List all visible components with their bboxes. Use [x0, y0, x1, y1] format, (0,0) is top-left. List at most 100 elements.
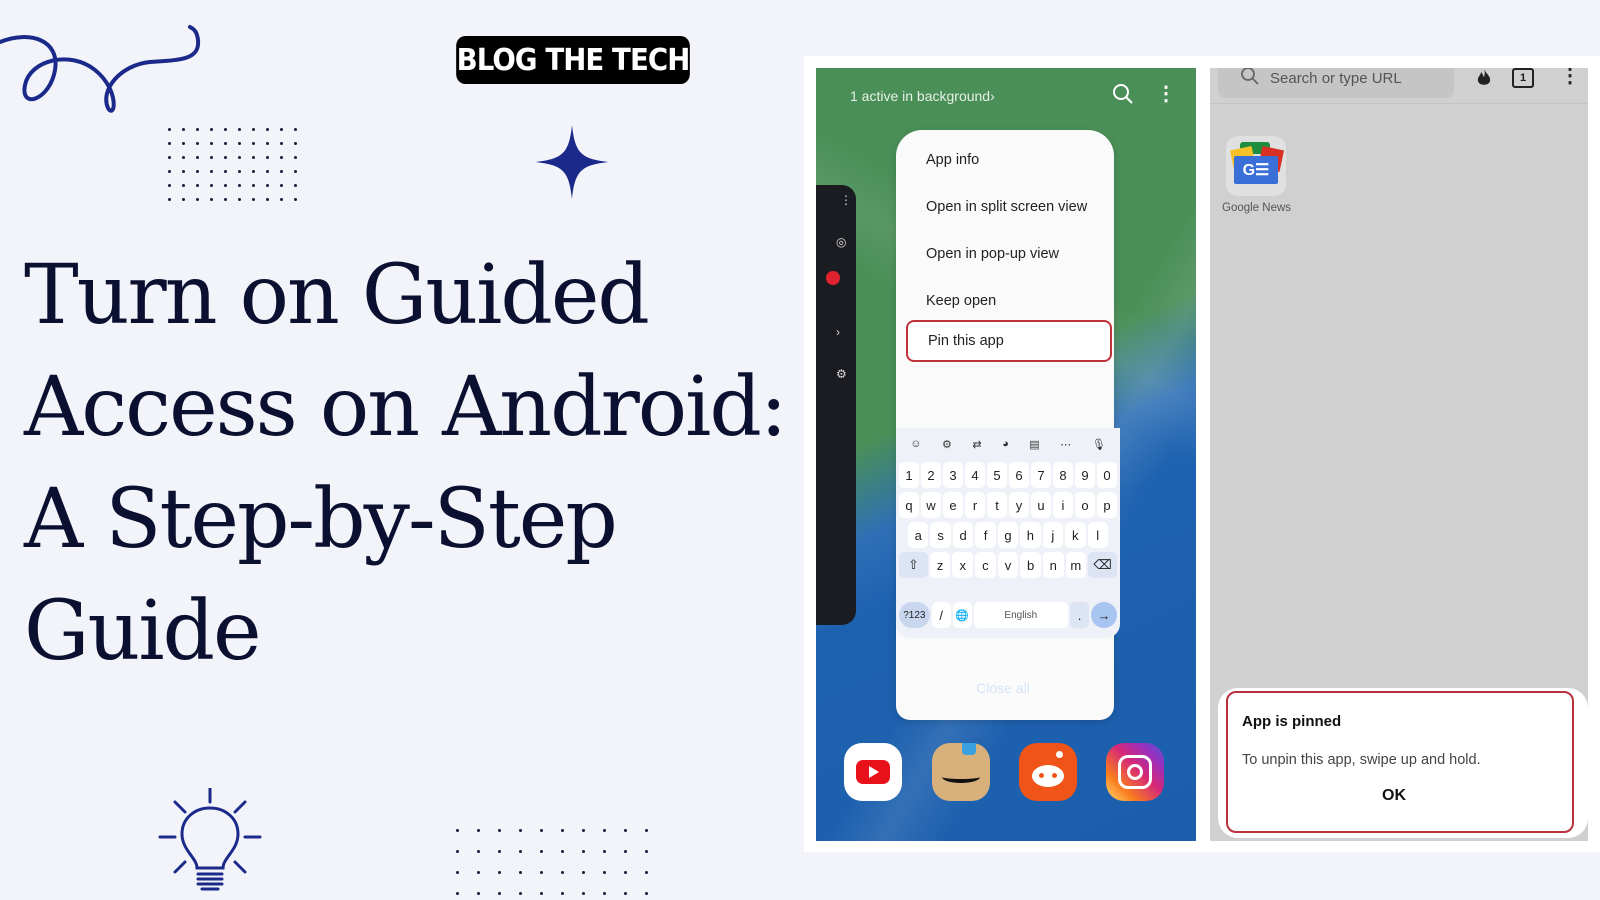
clipboard-icon[interactable]: ▤ — [1029, 438, 1039, 451]
dot — [561, 871, 564, 874]
shift-key[interactable]: ⇧ — [899, 552, 928, 578]
key-slash[interactable]: / — [931, 602, 951, 628]
key-g[interactable]: g — [997, 522, 1019, 548]
mic-off-icon[interactable]: 🎙 — [1092, 438, 1106, 451]
search-icon[interactable] — [1112, 83, 1134, 105]
menu-item-pin-this-app[interactable]: Pin this app — [906, 320, 1112, 362]
key-t[interactable]: t — [987, 492, 1007, 518]
key-r[interactable]: r — [965, 492, 985, 518]
emoji-face-icon[interactable]: ☺ — [910, 438, 921, 450]
dot — [210, 156, 213, 159]
dot — [582, 892, 585, 895]
ok-button[interactable]: OK — [1382, 787, 1406, 805]
key-0[interactable]: 0 — [1097, 462, 1117, 488]
key-f[interactable]: f — [975, 522, 996, 548]
dot — [252, 170, 255, 173]
key-symbols[interactable]: ?123 — [899, 602, 930, 628]
key-q[interactable]: q — [899, 492, 919, 518]
key-n[interactable]: n — [1042, 552, 1064, 578]
close-all-button[interactable]: Close all — [917, 669, 1089, 707]
instagram-icon[interactable] — [1106, 743, 1164, 801]
dot — [582, 850, 585, 853]
dot — [456, 892, 459, 895]
key-9[interactable]: 9 — [1075, 462, 1095, 488]
key-4[interactable]: 4 — [965, 462, 985, 488]
dot — [252, 142, 255, 145]
key-m[interactable]: m — [1065, 552, 1087, 578]
translate-icon[interactable]: ⇄ — [972, 438, 981, 451]
key-1[interactable]: 1 — [899, 462, 919, 488]
backspace-key[interactable]: ⌫ — [1088, 552, 1117, 578]
key-8[interactable]: 8 — [1053, 462, 1073, 488]
key-y[interactable]: y — [1009, 492, 1029, 518]
amazon-icon[interactable] — [932, 743, 990, 801]
keyboard-row: asdfghjkl — [908, 522, 1108, 548]
tab-switcher-button[interactable]: 1 — [1512, 68, 1534, 88]
key-h[interactable]: h — [1020, 522, 1041, 548]
more-horizontal-icon[interactable]: ⋯ — [1060, 438, 1071, 451]
url-search-field[interactable]: Search or type URL — [1218, 68, 1454, 98]
title-line-4: Guide — [24, 584, 262, 679]
key-d[interactable]: d — [952, 522, 974, 548]
key-5[interactable]: 5 — [987, 462, 1007, 488]
active-in-background-link[interactable]: 1 active in background› — [850, 88, 995, 104]
key-e[interactable]: e — [943, 492, 963, 518]
key-space[interactable]: English — [973, 602, 1069, 628]
dot — [498, 829, 501, 832]
key-k[interactable]: k — [1065, 522, 1086, 548]
dot — [224, 184, 227, 187]
key-3[interactable]: 3 — [943, 462, 963, 488]
menu-item-keep-open[interactable]: Keep open — [896, 278, 1114, 324]
dot — [294, 156, 297, 159]
youtube-icon[interactable] — [844, 743, 902, 801]
more-vertical-icon[interactable]: ⋮ — [1560, 68, 1580, 86]
dot — [196, 198, 199, 201]
dialog-title: App is pinned — [1242, 713, 1342, 730]
key-j[interactable]: j — [1042, 522, 1064, 548]
dot — [645, 850, 648, 853]
recent-app-card-partial[interactable]: ⋮ ◎ › ⚙ — [816, 185, 856, 625]
key-z[interactable]: z — [929, 552, 951, 578]
key-enter[interactable]: → — [1091, 602, 1117, 628]
palette-icon[interactable]: ◕ — [1002, 438, 1009, 450]
menu-item-pop-up-view[interactable]: Open in pop-up view — [896, 231, 1114, 277]
menu-item-split-screen[interactable]: Open in split screen view — [896, 184, 1114, 230]
key-c[interactable]: c — [975, 552, 996, 578]
dot — [294, 184, 297, 187]
reddit-icon[interactable] — [1019, 743, 1077, 801]
phone-pinned-screenshot: Search or type URL 1 ⋮ G☰ Google News Ap… — [1210, 68, 1588, 841]
key-2[interactable]: 2 — [921, 462, 941, 488]
key-u[interactable]: u — [1031, 492, 1051, 518]
key-i[interactable]: i — [1053, 492, 1073, 518]
google-news-shortcut[interactable]: G☰ — [1226, 136, 1286, 196]
key-s[interactable]: s — [930, 522, 951, 548]
title-line-3: A Step-by-Step — [24, 472, 618, 567]
flame-icon[interactable] — [1474, 68, 1494, 88]
dot — [266, 142, 269, 145]
key-l[interactable]: l — [1087, 522, 1108, 548]
key-x[interactable]: x — [952, 552, 974, 578]
dot — [224, 156, 227, 159]
app-pinned-dialog: App is pinned To unpin this app, swipe u… — [1218, 688, 1588, 838]
dialog-body: To unpin this app, swipe up and hold. — [1242, 752, 1481, 768]
key-p[interactable]: p — [1097, 492, 1117, 518]
dot — [645, 871, 648, 874]
gear-icon[interactable]: ⚙ — [942, 438, 952, 451]
key-w[interactable]: w — [921, 492, 941, 518]
dot — [182, 156, 185, 159]
key-6[interactable]: 6 — [1009, 462, 1029, 488]
menu-item-app-info[interactable]: App info — [896, 137, 1114, 183]
key-o[interactable]: o — [1075, 492, 1095, 518]
key-v[interactable]: v — [997, 552, 1019, 578]
key-a[interactable]: a — [908, 522, 929, 548]
globe-icon[interactable]: 🌐 — [952, 602, 972, 628]
title-line-2: Access on Android: — [24, 360, 788, 455]
dot — [196, 184, 199, 187]
dot — [238, 156, 241, 159]
key-period[interactable]: . — [1070, 602, 1089, 628]
key-b[interactable]: b — [1020, 552, 1041, 578]
key-7[interactable]: 7 — [1031, 462, 1051, 488]
dot — [224, 142, 227, 145]
more-vertical-icon[interactable]: ⋮ — [1156, 84, 1176, 104]
dot — [624, 829, 627, 832]
